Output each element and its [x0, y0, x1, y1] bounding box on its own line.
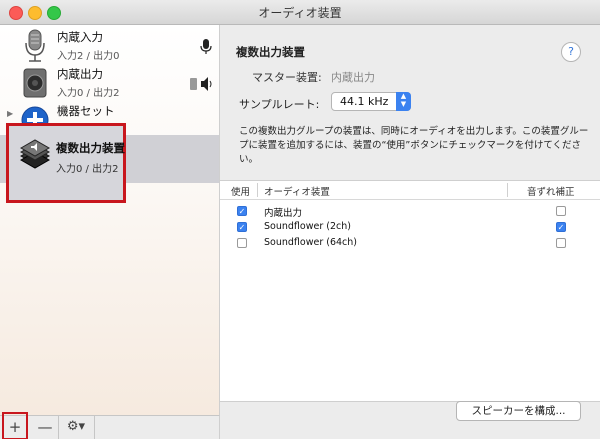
default-output-speaker-icon — [190, 77, 212, 91]
column-header-device[interactable]: オーディオ装置 — [264, 184, 330, 198]
device-name: 複数出力装置 — [56, 141, 125, 155]
device-heading: 複数出力装置 — [236, 45, 305, 59]
device-sidebar: 内蔵入力 入力2 / 出力0 内蔵出力 入力0 / 出力2 ▶ 機器セット 複数… — [0, 25, 220, 415]
disclosure-triangle-icon[interactable]: ▶ — [7, 109, 13, 118]
multi-output-speaker-icon — [19, 139, 51, 169]
use-checkbox[interactable]: ✓ — [237, 222, 247, 232]
device-io: 入力2 / 出力0 — [57, 51, 120, 62]
device-name-cell: Soundflower (2ch) — [264, 221, 351, 232]
use-checkbox[interactable]: ✓ — [237, 206, 247, 216]
microphone-icon — [25, 29, 45, 62]
gear-menu-button[interactable]: ⚙︎▾ — [58, 416, 95, 439]
master-device-label: マスター装置: — [252, 71, 322, 84]
device-name: 内蔵出力 — [57, 67, 103, 81]
use-checkbox[interactable] — [237, 238, 247, 248]
device-io: 入力0 / 出力2 — [57, 88, 120, 99]
sample-rate-label: サンプルレート: — [239, 98, 320, 111]
master-device-value[interactable]: 内蔵出力 — [331, 69, 375, 85]
drift-correction-checkbox[interactable] — [556, 206, 566, 216]
device-name-cell: 内蔵出力 — [264, 208, 303, 219]
title-bar: オーディオ装置 — [0, 0, 600, 25]
window-title: オーディオ装置 — [258, 6, 342, 20]
remove-device-button[interactable]: — — [32, 416, 59, 439]
device-name: 内蔵入力 — [57, 30, 103, 44]
table-row[interactable]: ✓ 内蔵出力 — [220, 203, 600, 219]
column-header-drift[interactable]: 音ずれ補正 — [527, 184, 575, 198]
device-name: 機器セット — [57, 104, 115, 118]
device-io: 入力0 / 出力2 — [56, 164, 119, 175]
table-row[interactable]: Soundflower (64ch) — [220, 235, 600, 251]
table-row[interactable]: ✓ Soundflower (2ch) ✓ — [220, 219, 600, 235]
device-detail-panel: 複数出力装置 ? マスター装置: 内蔵出力 サンプルレート: 44.1 kHz … — [220, 25, 600, 439]
add-device-button[interactable]: + — [2, 412, 28, 439]
drift-correction-checkbox[interactable] — [556, 238, 566, 248]
updown-arrows-icon: ▲ ▼ — [396, 92, 411, 111]
table-header: 使用 オーディオ装置 音ずれ補正 — [220, 181, 600, 200]
sample-rate-select[interactable]: 44.1 kHz ▲ ▼ — [331, 92, 411, 111]
group-description: この複数出力グループの装置は、同時にオーディオを出力します。この装置グループに装… — [239, 126, 589, 165]
device-name-cell: Soundflower (64ch) — [264, 237, 357, 248]
help-button[interactable]: ? — [561, 42, 581, 62]
column-header-use[interactable]: 使用 — [231, 184, 250, 198]
sample-rate-value: 44.1 kHz — [340, 95, 389, 108]
column-divider — [257, 183, 258, 197]
drift-correction-checkbox[interactable]: ✓ — [556, 222, 566, 232]
speaker-icon — [23, 68, 47, 98]
column-divider — [507, 183, 508, 197]
default-input-microphone-icon — [200, 39, 212, 54]
device-table: 使用 オーディオ装置 音ずれ補正 ✓ 内蔵出力 ✓ Soundflower (2… — [220, 180, 600, 402]
device-item-multi-output[interactable]: 複数出力装置 入力0 / 出力2 — [6, 123, 126, 203]
configure-speakers-button[interactable]: スピーカーを構成... — [456, 401, 581, 421]
audio-devices-window: オーディオ装置 内蔵入力 入力2 / 出力0 内蔵出力 入力0 / 出力2 ▶ … — [0, 0, 600, 439]
sidebar-toolbar: + — ⚙︎▾ — [0, 412, 220, 439]
